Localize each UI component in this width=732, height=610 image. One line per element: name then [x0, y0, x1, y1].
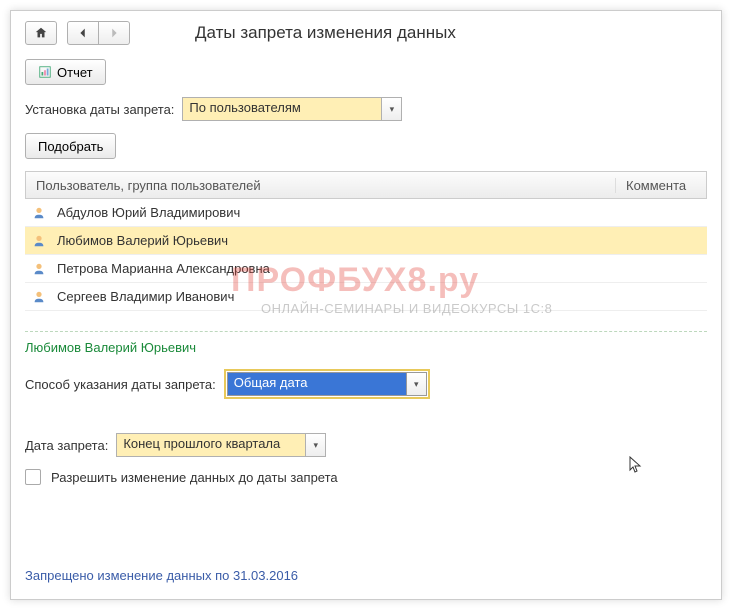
install-date-value[interactable]: По пользователям	[182, 97, 382, 121]
user-name: Сергеев Владимир Иванович	[57, 289, 234, 304]
home-icon	[34, 26, 48, 40]
ban-date-label: Дата запрета:	[25, 438, 108, 453]
th-user[interactable]: Пользователь, группа пользователей	[26, 178, 616, 193]
chevron-down-icon: ▾	[414, 379, 419, 390]
ban-date-select[interactable]: Конец прошлого квартала ▾	[116, 433, 326, 457]
th-comment[interactable]: Коммента	[616, 178, 706, 193]
separator	[25, 331, 707, 332]
method-select[interactable]: Общая дата ▾	[224, 369, 430, 399]
pick-label: Подобрать	[38, 139, 103, 154]
install-date-label: Установка даты запрета:	[25, 102, 174, 117]
report-button[interactable]: Отчет	[25, 59, 106, 85]
method-row: Способ указания даты запрета: Общая дата…	[25, 369, 707, 399]
chevron-down-icon: ▾	[314, 440, 319, 451]
report-row: Отчет	[25, 59, 707, 85]
allow-edit-label: Разрешить изменение данных до даты запре…	[51, 470, 338, 485]
user-name: Любимов Валерий Юрьевич	[57, 233, 228, 248]
arrow-right-icon	[107, 26, 121, 40]
forward-button[interactable]	[99, 21, 130, 45]
dropdown-button[interactable]: ▾	[382, 97, 402, 121]
ban-date-row: Дата запрета: Конец прошлого квартала ▾	[25, 433, 707, 457]
report-icon	[38, 65, 52, 79]
allow-edit-row: Разрешить изменение данных до даты запре…	[25, 469, 707, 485]
user-icon	[31, 262, 47, 276]
table-row[interactable]: Петрова Марианна Александровна	[25, 255, 707, 283]
table-header: Пользователь, группа пользователей Комме…	[25, 171, 707, 199]
report-label: Отчет	[57, 65, 93, 80]
user-name: Абдулов Юрий Владимирович	[57, 205, 240, 220]
table-row[interactable]: Сергеев Владимир Иванович	[25, 283, 707, 311]
table-row[interactable]: Любимов Валерий Юрьевич	[25, 227, 707, 255]
table-row[interactable]: Абдулов Юрий Владимирович	[25, 199, 707, 227]
app-window: Даты запрета изменения данных Отчет Уста…	[10, 10, 722, 600]
nav-group	[67, 21, 130, 45]
page-title: Даты запрета изменения данных	[195, 23, 456, 43]
user-icon	[31, 290, 47, 304]
dropdown-button[interactable]: ▾	[407, 372, 427, 396]
user-name: Петрова Марианна Александровна	[57, 261, 270, 276]
pick-button[interactable]: Подобрать	[25, 133, 116, 159]
home-button[interactable]	[25, 21, 57, 45]
dropdown-button[interactable]: ▾	[306, 433, 326, 457]
back-button[interactable]	[67, 21, 99, 45]
allow-edit-checkbox[interactable]	[25, 469, 41, 485]
arrow-left-icon	[76, 26, 90, 40]
pick-row: Подобрать	[25, 133, 707, 159]
ban-date-value[interactable]: Конец прошлого квартала	[116, 433, 306, 457]
user-icon	[31, 206, 47, 220]
selected-user-label: Любимов Валерий Юрьевич	[25, 340, 707, 355]
install-date-select[interactable]: По пользователям ▾	[182, 97, 402, 121]
chevron-down-icon: ▾	[390, 104, 395, 115]
install-date-row: Установка даты запрета: По пользователям…	[25, 97, 707, 121]
footer-status: Запрещено изменение данных по 31.03.2016	[25, 568, 298, 583]
method-value[interactable]: Общая дата	[227, 372, 407, 396]
user-icon	[31, 234, 47, 248]
table-body: Абдулов Юрий Владимирович Любимов Валери…	[25, 199, 707, 311]
method-label: Способ указания даты запрета:	[25, 377, 216, 392]
topbar: Даты запрета изменения данных	[25, 21, 707, 45]
